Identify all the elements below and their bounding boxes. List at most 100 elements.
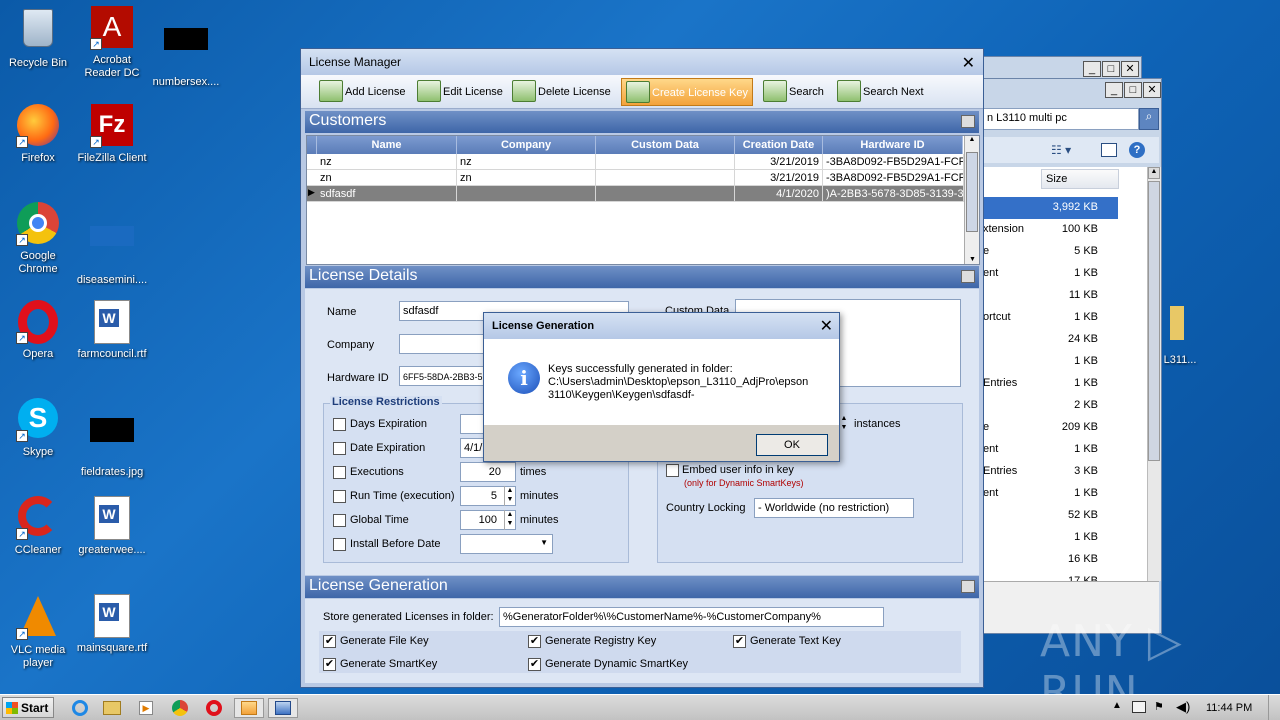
search-next-button[interactable]: Search Next (833, 78, 928, 106)
window-titlebar[interactable]: License Manager ✕ (301, 49, 983, 75)
generate-smartkey-checkbox[interactable]: ✔ (323, 658, 336, 671)
file-row[interactable]: Entries 1 KB (983, 373, 1118, 395)
minimize-button[interactable]: _ (1105, 82, 1123, 98)
volume-icon[interactable]: ◀) (1176, 699, 1190, 715)
add-license-button[interactable]: Add License (315, 78, 410, 106)
generation-icon[interactable] (961, 580, 975, 593)
table-row[interactable]: nz nz 3/21/2019 -3BA8D092-FB5D29A1-FCFB (307, 154, 979, 170)
scroll-up-icon[interactable]: ▲ (1148, 167, 1160, 179)
ok-button[interactable]: OK (756, 434, 828, 456)
embed-user-checkbox[interactable] (666, 464, 679, 477)
file-row[interactable]: 1 KB (983, 527, 1118, 549)
desktop-icon-opera[interactable]: ↗ Opera (0, 300, 76, 361)
scrollbar[interactable]: ▲ (1147, 167, 1161, 581)
close-button[interactable]: ✕ (1121, 61, 1139, 77)
file-row[interactable]: 16 KB (983, 549, 1118, 571)
license-manager-taskbar-button[interactable] (234, 698, 264, 718)
flag-icon[interactable]: ⚑ (1154, 700, 1164, 713)
search-input[interactable]: n L3110 multi pc (983, 108, 1139, 130)
date-expiration-checkbox[interactable] (333, 442, 346, 455)
file-explorer-icon[interactable] (98, 698, 126, 718)
file-row[interactable]: xtension 100 KB (983, 219, 1118, 241)
maximize-button[interactable]: □ (1102, 61, 1120, 77)
column-header-custom-data[interactable]: Custom Data (596, 136, 735, 154)
desktop-icon-farmcouncil[interactable]: W farmcouncil.rtf (74, 300, 150, 361)
opera-taskbar-icon[interactable] (200, 698, 228, 718)
days-expiration-checkbox[interactable] (333, 418, 346, 431)
column-header-hardware-id[interactable]: Hardware ID (823, 136, 963, 154)
media-player-icon[interactable]: ▶ (132, 698, 160, 718)
license-generation-dialog[interactable]: License Generation ✕ i Keys successfully… (483, 312, 840, 462)
scroll-thumb[interactable] (1148, 181, 1160, 461)
table-row[interactable]: ▶ sdfasdf 4/1/2020)A-2BB3-5678-3D85-3139-3… (307, 186, 979, 202)
desktop-icon-acrobat[interactable]: A ↗ Acrobat Reader DC (74, 6, 150, 80)
explorer-window[interactable]: _ □ ✕ n L3110 multi pc ⌕ ☷ ▾ ? Size 3,99… (970, 78, 1162, 634)
desktop-icon-fieldrates[interactable]: fieldrates.jpg (74, 398, 150, 479)
run-time-checkbox[interactable] (333, 490, 346, 503)
executions-checkbox[interactable] (333, 466, 346, 479)
file-row[interactable]: ent 1 KB (983, 439, 1118, 461)
desktop-icon-recycle-bin[interactable]: Recycle Bin (0, 6, 76, 70)
internet-explorer-icon[interactable] (66, 698, 94, 718)
generate-file-key-checkbox[interactable]: ✔ (323, 635, 336, 648)
desktop-icon-filezilla[interactable]: Fz ↗ FileZilla Client (74, 104, 150, 165)
generate-registry-key-checkbox[interactable]: ✔ (528, 635, 541, 648)
file-row[interactable]: 52 KB (983, 505, 1118, 527)
scroll-up-icon[interactable]: ▲ (965, 136, 979, 143)
tray-expand-icon[interactable]: ▲ (1112, 700, 1122, 711)
install-before-checkbox[interactable] (333, 538, 346, 551)
view-options-icon[interactable]: ☷ ▾ (1051, 143, 1071, 157)
file-row[interactable]: 2 KB (983, 395, 1118, 417)
file-row[interactable]: ortcut 1 KB (983, 307, 1118, 329)
desktop-icon-vlc[interactable]: ↗ VLC media player (0, 594, 76, 670)
file-row[interactable]: e5 KB (983, 241, 1118, 263)
preview-pane-icon[interactable] (1101, 143, 1117, 157)
close-icon[interactable]: ✕ (962, 53, 975, 73)
details-icon[interactable] (961, 270, 975, 283)
install-before-dropdown[interactable]: ▼ (460, 534, 553, 554)
file-row[interactable]: Entries 3 KB (983, 461, 1118, 483)
generate-text-key-checkbox[interactable]: ✔ (733, 635, 746, 648)
help-icon[interactable]: ? (1129, 142, 1145, 158)
close-icon[interactable]: ✕ (820, 316, 833, 336)
keygen-taskbar-button[interactable] (268, 698, 298, 718)
clock[interactable]: 11:44 PM (1206, 702, 1252, 714)
file-row[interactable]: 24 KB (983, 329, 1118, 351)
file-row[interactable]: 11 KB (983, 285, 1118, 307)
desktop-icon-greaterwee[interactable]: W greaterwee.... (74, 496, 150, 557)
show-desktop-button[interactable] (1268, 695, 1280, 720)
generate-dynamic-smartkey-checkbox[interactable]: ✔ (528, 658, 541, 671)
users-icon[interactable] (961, 115, 975, 128)
desktop-icon-ccleaner[interactable]: ↗ CCleaner (0, 496, 76, 557)
column-header-creation-date[interactable]: Creation Date (735, 136, 823, 154)
store-folder-field[interactable]: %GeneratorFolder%\%CustomerName%-%Custom… (499, 607, 884, 627)
create-license-key-button[interactable]: Create License Key (621, 78, 753, 106)
maximize-button[interactable]: □ (1124, 82, 1142, 98)
scroll-thumb[interactable] (966, 152, 978, 232)
file-row[interactable]: 1 KB (983, 351, 1118, 373)
dialog-titlebar[interactable]: License Generation ✕ (484, 313, 839, 339)
scrollbar[interactable]: ▲ ▼ (964, 136, 979, 264)
global-time-checkbox[interactable] (333, 514, 346, 527)
chrome-taskbar-icon[interactable] (166, 698, 194, 718)
file-row[interactable]: 3,992 KB (983, 197, 1118, 219)
start-button[interactable]: Start (2, 697, 54, 718)
desktop-icon-skype[interactable]: S ↗ Skype (0, 398, 76, 459)
desktop-icon-firefox[interactable]: ↗ Firefox (0, 104, 76, 165)
column-header-name[interactable]: Name (317, 136, 457, 154)
minimize-button[interactable]: _ (1083, 61, 1101, 77)
close-button[interactable]: ✕ (1143, 82, 1161, 98)
country-locking-field[interactable]: - Worldwide (no restriction) (754, 498, 914, 518)
desktop-icon-chrome[interactable]: ↗ Google Chrome (0, 202, 76, 276)
delete-license-button[interactable]: Delete License (508, 78, 615, 106)
desktop-icon-mainsquare[interactable]: W mainsquare.rtf (74, 594, 150, 655)
edit-license-button[interactable]: Edit License (413, 78, 507, 106)
column-header-company[interactable]: Company (457, 136, 596, 154)
global-time-spinner[interactable]: ▲ ▼ (504, 510, 515, 530)
search-icon[interactable]: ⌕ (1139, 108, 1159, 130)
executions-field[interactable]: 20 (460, 462, 516, 482)
file-row[interactable]: ent 1 KB (983, 483, 1118, 505)
network-icon[interactable] (1132, 701, 1146, 713)
table-row[interactable]: zn zn 3/21/2019 -3BA8D092-FB5D29A1-FCFB (307, 170, 979, 186)
desktop-icon-numbersex[interactable]: numbersex.... (148, 6, 224, 89)
